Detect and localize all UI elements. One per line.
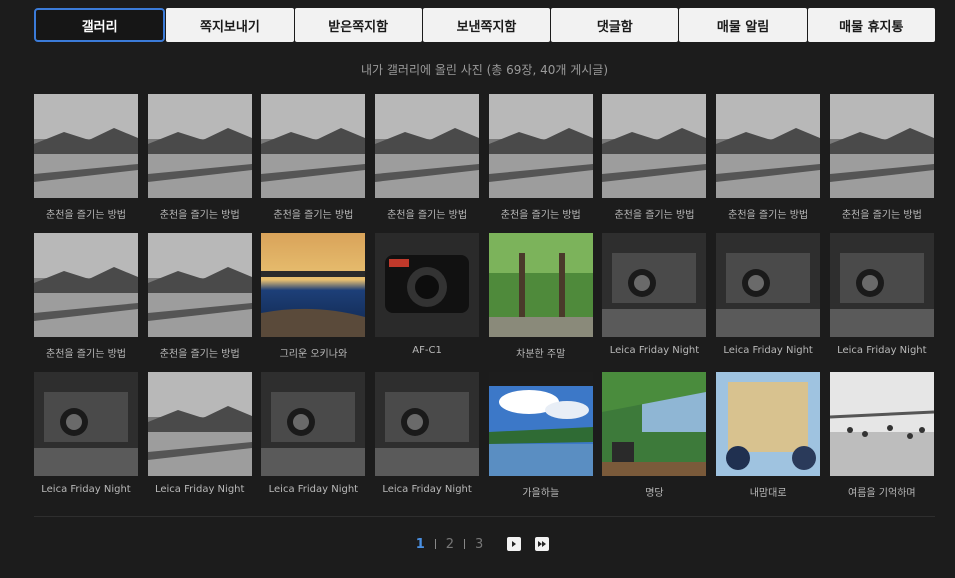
gallery-thumbnail[interactable]	[147, 372, 252, 476]
gallery-thumbnail[interactable]	[147, 94, 252, 198]
last-page-button[interactable]	[535, 537, 550, 551]
tab-bar: 갤러리 쪽지보내기 받은쪽지함 보낸쪽지함 댓글함 매물 알림 매물 휴지통	[34, 8, 935, 42]
gallery-thumbnail[interactable]	[602, 233, 707, 337]
gallery-thumbnail[interactable]	[34, 233, 138, 337]
gallery-caption[interactable]: 춘천을 즐기는 방법	[716, 206, 820, 221]
gallery-caption[interactable]: 가을하늘	[489, 484, 593, 499]
pagination: 123	[0, 534, 955, 554]
tab-gallery[interactable]: 갤러리	[34, 8, 166, 42]
gallery-thumbnail[interactable]	[488, 233, 593, 337]
gallery-thumbnail[interactable]	[829, 94, 934, 198]
gallery-item[interactable]: Leica Friday Night	[716, 233, 821, 372]
gallery-thumbnail[interactable]	[602, 372, 707, 476]
page-link-1[interactable]: 1	[406, 537, 435, 552]
gallery-caption[interactable]: 춘천을 즐기는 방법	[602, 206, 706, 221]
gallery-item[interactable]: 춘천을 즐기는 방법	[147, 233, 252, 372]
gallery-caption[interactable]: Leica Friday Night	[716, 345, 820, 356]
divider	[34, 516, 935, 517]
gallery-item[interactable]: 춘천을 즐기는 방법	[602, 94, 707, 233]
gallery-caption[interactable]: 내맘대로	[716, 484, 820, 499]
gallery-item[interactable]: Leica Friday Night	[375, 372, 480, 511]
gallery-caption[interactable]: 춘천을 즐기는 방법	[148, 345, 252, 360]
gallery-caption[interactable]: 춘천을 즐기는 방법	[34, 345, 138, 360]
gallery-caption[interactable]: AF-C1	[375, 345, 479, 356]
gallery-item[interactable]: Leica Friday Night	[829, 233, 934, 372]
gallery-item[interactable]: 춘천을 즐기는 방법	[829, 94, 934, 233]
gallery-thumbnail[interactable]	[261, 372, 366, 476]
gallery-thumbnail[interactable]	[829, 372, 934, 476]
gallery-item[interactable]: 춘천을 즐기는 방법	[34, 94, 138, 233]
gallery-thumbnail[interactable]	[602, 94, 707, 198]
gallery-caption[interactable]: 춘천을 즐기는 방법	[34, 206, 138, 221]
gallery-caption[interactable]: Leica Friday Night	[148, 484, 252, 495]
gallery-caption[interactable]: 춘천을 즐기는 방법	[375, 206, 479, 221]
gallery-thumbnail[interactable]	[261, 233, 366, 337]
gallery-item[interactable]: 차분한 주말	[488, 233, 593, 372]
gallery-item[interactable]: 춘천을 즐기는 방법	[147, 94, 252, 233]
page-link-3[interactable]: 3	[465, 537, 493, 552]
next-page-icon	[512, 541, 517, 547]
gallery-thumbnail[interactable]	[375, 372, 480, 476]
gallery-thumbnail[interactable]	[375, 233, 480, 337]
gallery-thumbnail[interactable]	[488, 372, 593, 476]
gallery-thumbnail[interactable]	[716, 372, 821, 476]
gallery-caption[interactable]: Leica Friday Night	[261, 484, 365, 495]
gallery-item[interactable]: 그리운 오키나와	[261, 233, 366, 372]
page-link-2[interactable]: 2	[436, 537, 464, 552]
gallery-item[interactable]: 명당	[602, 372, 707, 511]
gallery-item[interactable]: Leica Friday Night	[34, 372, 138, 511]
tab-inbox[interactable]: 받은쪽지함	[294, 8, 422, 42]
gallery-caption[interactable]: 그리운 오키나와	[261, 345, 365, 360]
gallery-caption[interactable]: 여름을 기억하며	[830, 484, 934, 499]
gallery-item[interactable]: Leica Friday Night	[147, 372, 252, 511]
tab-listing-trash[interactable]: 매물 휴지통	[807, 8, 935, 42]
gallery-caption[interactable]: Leica Friday Night	[602, 345, 706, 356]
gallery-caption[interactable]: 춘천을 즐기는 방법	[489, 206, 593, 221]
gallery-thumbnail[interactable]	[488, 94, 593, 198]
gallery-item[interactable]: 여름을 기억하며	[829, 372, 934, 511]
tab-send-message[interactable]: 쪽지보내기	[166, 8, 294, 42]
next-page-button[interactable]	[507, 537, 522, 551]
gallery-caption[interactable]: Leica Friday Night	[830, 345, 934, 356]
last-page-icon	[538, 541, 547, 547]
gallery-item[interactable]: AF-C1	[375, 233, 480, 372]
gallery-thumbnail[interactable]	[716, 233, 821, 337]
gallery-thumbnail[interactable]	[34, 372, 138, 476]
gallery-caption[interactable]: 명당	[602, 484, 706, 499]
gallery-item[interactable]: 춘천을 즐기는 방법	[261, 94, 366, 233]
gallery-item[interactable]: Leica Friday Night	[261, 372, 366, 511]
gallery-item[interactable]: 내맘대로	[716, 372, 821, 511]
gallery-item[interactable]: Leica Friday Night	[602, 233, 707, 372]
gallery-item[interactable]: 춘천을 즐기는 방법	[488, 94, 593, 233]
gallery-caption[interactable]: 춘천을 즐기는 방법	[261, 206, 365, 221]
gallery-caption[interactable]: Leica Friday Night	[34, 484, 138, 495]
gallery-grid: 춘천을 즐기는 방법 춘천을 즐기는 방법 춘천을 즐기는 방법 춘천을 즐기는 방법…	[34, 94, 936, 511]
gallery-thumbnail[interactable]	[375, 94, 480, 198]
gallery-summary: 내가 갤러리에 올린 사진 (총 69장, 40개 게시글)	[360, 63, 609, 77]
tab-sent[interactable]: 보낸쪽지함	[422, 8, 551, 42]
gallery-item[interactable]: 춘천을 즐기는 방법	[716, 94, 821, 233]
gallery-thumbnail[interactable]	[716, 94, 821, 198]
gallery-thumbnail[interactable]	[34, 94, 138, 198]
gallery-caption[interactable]: 차분한 주말	[489, 345, 593, 360]
gallery-thumbnail[interactable]	[829, 233, 934, 337]
gallery-item[interactable]: 춘천을 즐기는 방법	[34, 233, 138, 372]
gallery-thumbnail[interactable]	[261, 94, 366, 198]
gallery-caption[interactable]: 춘천을 즐기는 방법	[830, 206, 934, 221]
gallery-thumbnail[interactable]	[147, 233, 252, 337]
gallery-item[interactable]: 가을하늘	[488, 372, 593, 511]
gallery-caption[interactable]: 춘천을 즐기는 방법	[148, 206, 252, 221]
gallery-item[interactable]: 춘천을 즐기는 방법	[375, 94, 480, 233]
tab-comments[interactable]: 댓글함	[551, 8, 679, 42]
gallery-caption[interactable]: Leica Friday Night	[375, 484, 479, 495]
tab-listing-alerts[interactable]: 매물 알림	[679, 8, 807, 42]
